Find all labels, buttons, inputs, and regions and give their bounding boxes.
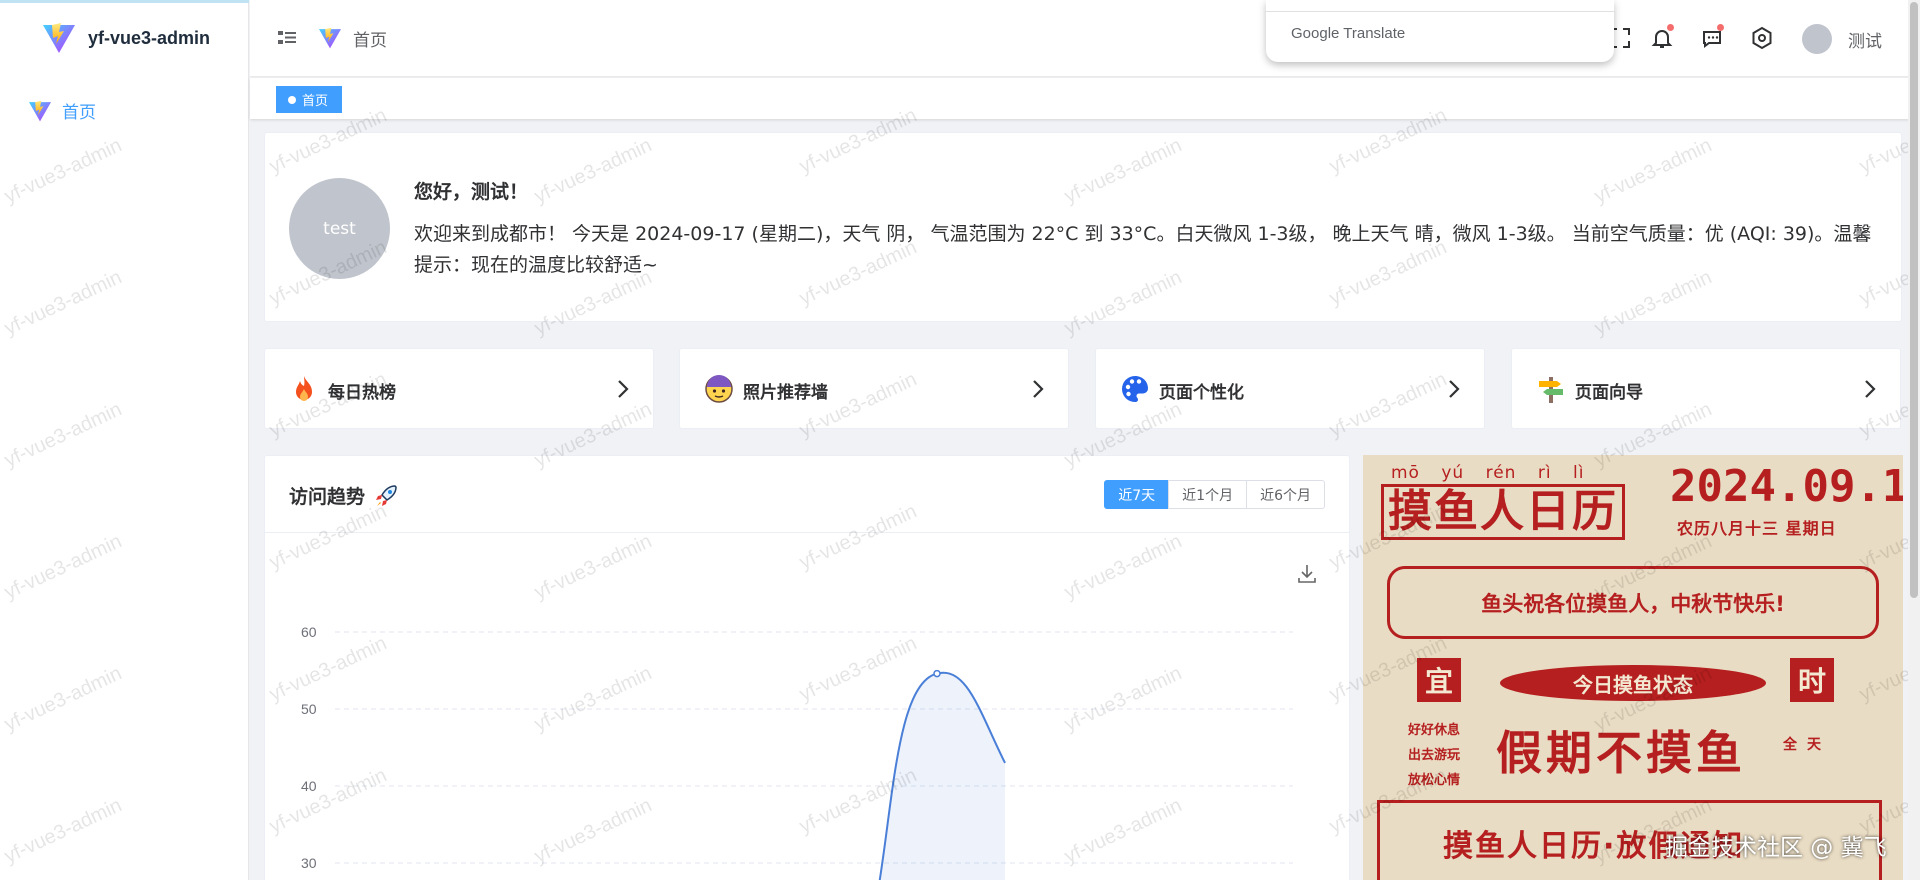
calendar-banner: 鱼头祝各位摸鱼人，中秋节快乐! [1387, 566, 1879, 639]
active-dot [288, 95, 296, 104]
calendar-date: 2024.09.15 [1670, 461, 1903, 512]
calendar-tip: 放松心情 [1408, 773, 1461, 788]
calendar-main-text: 假期不摸鱼 [1496, 726, 1746, 780]
calendar-title: 摸鱼人日历 [1381, 484, 1625, 540]
page-scrollbar[interactable] [1908, 0, 1920, 880]
trend-title: 访问趋势 [289, 482, 399, 509]
vite-logo-icon [29, 100, 51, 121]
quick-link-label: 每日热榜 [328, 383, 396, 403]
sidebar-item-label: 首页 [62, 103, 96, 123]
google-translate-popup[interactable]: Google Translate [1266, 0, 1614, 62]
quick-link-label: 照片推荐墙 [743, 383, 828, 403]
message-icon[interactable] [1700, 24, 1724, 50]
notification-dot [1667, 24, 1674, 31]
app-logo[interactable]: yf-vue3-admin [42, 22, 210, 54]
tag-label: 首页 [302, 94, 329, 109]
y-tick-label: 60 [301, 624, 317, 640]
trend-title-text: 访问趋势 [289, 486, 366, 508]
top-header: 首页 测试 [250, 0, 1920, 77]
visit-trend-card: 访问趋势 近7天 近1个月 近6个月 30 40 50 60 [264, 455, 1350, 880]
visit-trend-chart: 30 40 50 60 [301, 624, 1293, 880]
quick-link-hot-list[interactable]: 每日热榜 [264, 348, 654, 429]
range-7-days-button[interactable]: 近7天 [1104, 480, 1170, 509]
scrollbar-thumb[interactable] [1910, 2, 1918, 598]
calendar-yi-badge: 宜 [1417, 658, 1461, 702]
range-6-months-button[interactable]: 近6个月 [1246, 480, 1325, 509]
chevron-right-icon [1865, 380, 1876, 398]
quick-link-label: 页面个性化 [1159, 383, 1244, 403]
divider [1266, 11, 1614, 12]
welcome-message: 欢迎来到成都市！ 今天是 2024-09-17 (星期二)，天气 阴， 气温范围… [414, 223, 1872, 276]
welcome-card: test 您好，测试！ 欢迎来到成都市！ 今天是 2024-09-17 (星期二… [264, 132, 1902, 322]
tags-bar: 首页 [250, 78, 1920, 119]
quick-link-personalize[interactable]: 页面个性化 [1095, 348, 1485, 429]
message-dot [1717, 24, 1724, 31]
face-icon [705, 375, 733, 403]
user-name[interactable]: 测试 [1848, 27, 1882, 52]
calendar-pinyin: mō yú rén rì lì [1391, 463, 1585, 483]
chevron-right-icon [1033, 380, 1044, 398]
fire-icon [296, 376, 312, 401]
trend-header: 访问趋势 近7天 近1个月 近6个月 [265, 456, 1349, 533]
calendar-tip: 出去游玩 [1408, 748, 1461, 763]
calendar-shi-badge: 时 [1790, 658, 1834, 702]
sidebar-item-home[interactable]: 首页 [28, 98, 96, 123]
bell-icon[interactable] [1650, 24, 1674, 50]
loading-bar [0, 0, 249, 3]
calendar-status: 今日摸鱼状态 [1500, 665, 1766, 701]
data-point[interactable] [933, 669, 941, 678]
chevron-right-icon [618, 380, 629, 398]
calendar-all-day: 全天 [1783, 737, 1831, 753]
quick-link-guide[interactable]: 页面向导 [1511, 348, 1901, 429]
rocket-icon [376, 484, 397, 506]
menu-collapse-icon[interactable] [278, 30, 296, 46]
calendar-tips: 好好休息 出去游玩 放松心情 [1408, 718, 1460, 793]
settings-icon[interactable] [1750, 26, 1774, 50]
calendar-tip: 好好休息 [1408, 723, 1461, 738]
quick-link-photo-wall[interactable]: 照片推荐墙 [679, 348, 1069, 429]
palette-icon [1122, 376, 1148, 402]
vite-logo-icon [43, 23, 75, 53]
y-tick-label: 30 [301, 855, 317, 871]
range-toggle-group: 近7天 近1个月 近6个月 [1104, 480, 1325, 509]
image-source-watermark: 掘金技术社区 @ 冀飞 [1665, 835, 1887, 861]
signpost-icon [1539, 377, 1563, 403]
tag-home[interactable]: 首页 [276, 86, 343, 113]
welcome-greeting: 您好，测试！ [414, 181, 529, 203]
chevron-right-icon [1449, 380, 1460, 398]
user-avatar[interactable] [1802, 24, 1832, 54]
calendar-lunar-date: 农历八月十三 星期日 [1677, 519, 1837, 538]
breadcrumb[interactable]: 首页 [353, 26, 387, 51]
y-tick-label: 50 [301, 701, 317, 717]
breadcrumb-logo-icon [319, 27, 341, 49]
sidebar: yf-vue3-admin 首页 [0, 0, 249, 880]
fishing-calendar-image: mō yú rén rì lì 摸鱼人日历 2024.09.15 农历八月十三 … [1363, 455, 1903, 880]
welcome-avatar: test [289, 178, 390, 279]
quick-link-label: 页面向导 [1575, 383, 1643, 403]
y-tick-label: 40 [301, 778, 317, 794]
google-translate-label: Google Translate [1291, 25, 1406, 42]
range-1-month-button[interactable]: 近1个月 [1168, 480, 1248, 509]
app-title: yf-vue3-admin [88, 27, 211, 48]
